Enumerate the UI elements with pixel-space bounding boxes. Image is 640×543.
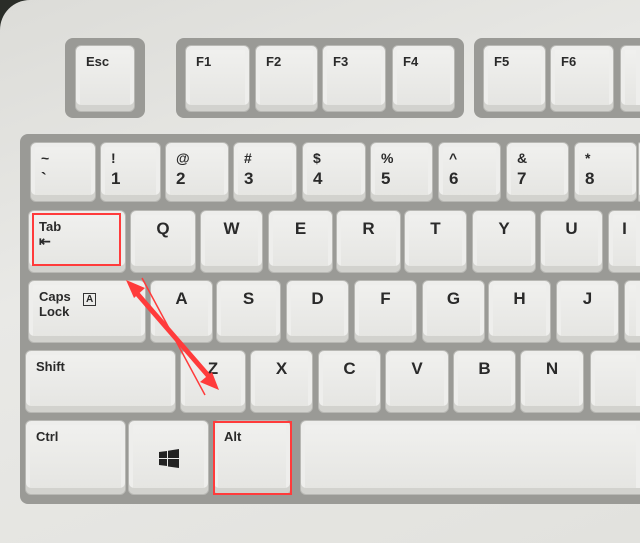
- double-arrow-annotation: [126, 277, 219, 396]
- keyboard: Esc F1 F2 F3 F4 F5 F6 ~ `! 1 @2 #3 $4% 5 ^ 6 & 7 * 8 Tab ⇤ Q W E…: [0, 0, 640, 543]
